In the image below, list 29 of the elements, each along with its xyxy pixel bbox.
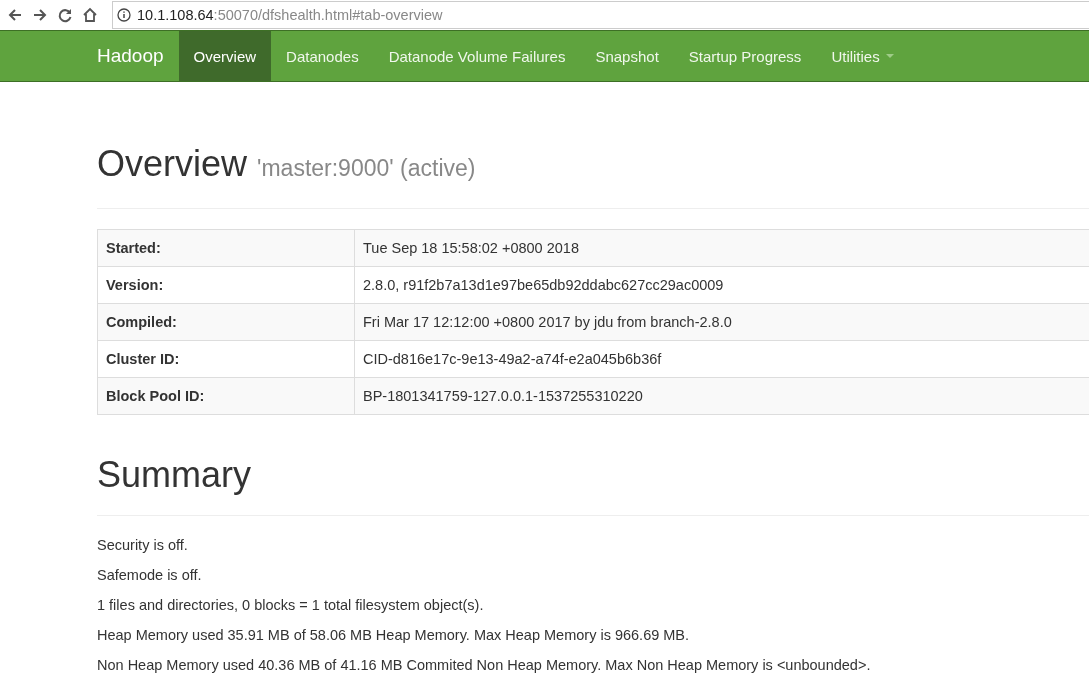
- nav-tab[interactable]: Datanode Volume Failures: [373, 31, 581, 81]
- brand-link[interactable]: Hadoop: [82, 31, 179, 81]
- address-bar[interactable]: 10.1.108.64:50070/dfshealth.html#tab-overview: [112, 1, 1089, 29]
- table-header-cell: Block Pool ID:: [97, 377, 355, 415]
- nav-tab[interactable]: Datanodes: [271, 31, 374, 81]
- nav-tab[interactable]: Overview: [178, 31, 272, 81]
- url-text: 10.1.108.64:50070/dfshealth.html#tab-overview: [137, 7, 443, 23]
- table-header-cell: Version:: [97, 266, 355, 304]
- reload-icon[interactable]: [57, 7, 73, 23]
- section-title: Summary: [97, 454, 252, 495]
- summary-text: Security is off.: [97, 536, 189, 554]
- page-title: Overview: [97, 143, 248, 184]
- summary-text: Heap Memory used 35.91 MB of 58.06 MB Heap Memory. Max Heap Memory is 966.69 MB.: [97, 626, 691, 644]
- table-header-cell: Cluster ID:: [97, 340, 355, 378]
- caret-icon: [885, 54, 894, 58]
- home-icon[interactable]: [82, 7, 98, 23]
- summary-text: Safemode is off.: [97, 566, 203, 584]
- nav-tab[interactable]: Utilities: [816, 31, 909, 81]
- nav-tab[interactable]: Startup Progress: [673, 31, 817, 81]
- back-icon[interactable]: [7, 7, 23, 23]
- forward-icon[interactable]: [32, 7, 48, 23]
- table-header-cell: Compiled:: [97, 303, 355, 341]
- summary-text: 1 files and directories, 0 blocks = 1 total filesystem object(s).: [97, 596, 485, 614]
- summary-text: Non Heap Memory used 40.36 MB of 41.16 MB Commited Non Heap Memory. Max Non Heap Memory is <unbounded>.: [97, 656, 872, 674]
- table-cell: Tue Sep 18 15:58:02 +0800 2018: [354, 229, 1089, 267]
- table-header-cell: Started:: [97, 229, 355, 267]
- nav-tab[interactable]: Snapshot: [580, 31, 674, 81]
- info-icon[interactable]: [117, 8, 131, 22]
- page-subtitle: 'master:9000' (active): [257, 155, 476, 181]
